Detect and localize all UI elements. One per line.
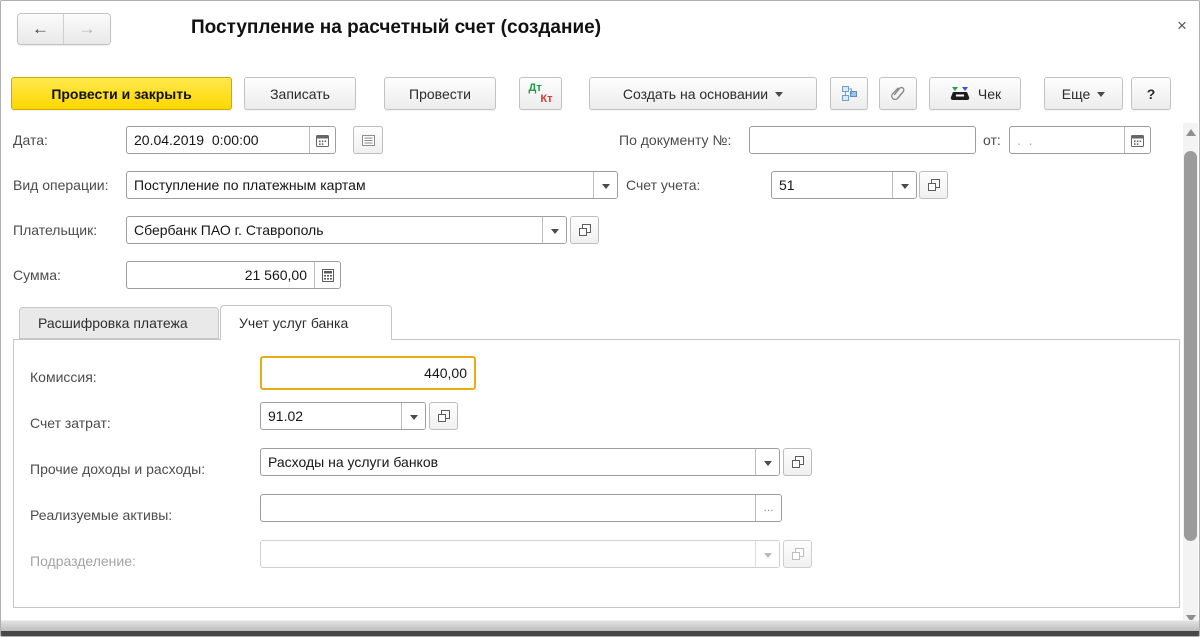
scrollbar-thumb[interactable] bbox=[1184, 151, 1197, 541]
operation-type-combo[interactable]: Поступление по платежным картам bbox=[126, 171, 618, 199]
commission-input[interactable]: 440,00 bbox=[260, 356, 476, 390]
doc-number-label: По документу №: bbox=[619, 132, 731, 148]
save-label: Записать bbox=[270, 86, 330, 102]
post-button[interactable]: Провести bbox=[384, 77, 496, 110]
sold-assets-label: Реализуемые активы: bbox=[30, 507, 172, 523]
hierarchy-icon bbox=[841, 85, 858, 102]
department-value bbox=[261, 541, 755, 567]
document-window: ← → Поступление на расчетный счет (созда… bbox=[0, 0, 1200, 637]
date-label: Дата: bbox=[13, 132, 48, 148]
payer-open-button[interactable] bbox=[570, 216, 599, 244]
dropdown-icon[interactable] bbox=[755, 449, 779, 475]
amount-label: Сумма: bbox=[13, 267, 61, 283]
tab-label: Расшифровка платежа bbox=[38, 315, 188, 331]
dropdown-icon bbox=[755, 541, 779, 567]
history-nav: ← → bbox=[17, 13, 111, 45]
other-income-expense-value: Расходы на услуги банков bbox=[261, 449, 755, 475]
help-button[interactable]: ? bbox=[1131, 77, 1171, 110]
other-income-expense-label: Прочие доходы и расходы: bbox=[30, 461, 205, 477]
payer-combo[interactable]: Сбербанк ПАО г. Ставрополь bbox=[126, 216, 567, 244]
help-label: ? bbox=[1147, 86, 1156, 102]
chevron-down-icon bbox=[775, 92, 783, 97]
calculator-icon[interactable] bbox=[314, 262, 340, 288]
close-icon[interactable]: × bbox=[1169, 13, 1195, 39]
date-input[interactable]: 20.04.2019 0:00:00 bbox=[126, 126, 336, 154]
open-form-icon bbox=[437, 409, 451, 423]
expense-account-value: 91.02 bbox=[261, 403, 401, 429]
tab-label: Учет услуг банка bbox=[239, 315, 348, 331]
sold-assets-input[interactable]: ... bbox=[260, 494, 782, 522]
status-bar bbox=[1, 620, 1200, 631]
dropdown-icon[interactable] bbox=[542, 217, 566, 243]
tab-bank-services[interactable]: Учет услуг банка bbox=[220, 305, 392, 340]
chevron-down-icon bbox=[1097, 92, 1105, 97]
commission-label: Комиссия: bbox=[30, 369, 97, 385]
post-label: Провести bbox=[409, 86, 471, 102]
commission-value: 440,00 bbox=[262, 358, 474, 388]
calendar-icon[interactable] bbox=[1124, 127, 1150, 153]
other-income-expense-combo[interactable]: Расходы на услуги банков bbox=[260, 448, 780, 476]
dtkt-icon: Дт Кт bbox=[529, 83, 553, 105]
amount-input[interactable]: 21 560,00 bbox=[126, 261, 341, 289]
forward-button[interactable]: → bbox=[64, 14, 110, 44]
list-icon bbox=[361, 133, 376, 148]
post-and-close-button[interactable]: Провести и закрыть bbox=[11, 77, 232, 110]
post-and-close-label: Провести и закрыть bbox=[51, 86, 191, 102]
more-button[interactable]: Еще bbox=[1044, 77, 1123, 110]
department-label: Подразделение: bbox=[30, 553, 136, 569]
bank-services-panel: Комиссия: 440,00 Счет затрат: 91.02 Проч… bbox=[13, 339, 1180, 608]
structure-button[interactable] bbox=[830, 77, 868, 110]
doc-number-input[interactable] bbox=[749, 126, 976, 154]
open-form-icon bbox=[791, 547, 805, 561]
more-label: Еще bbox=[1062, 86, 1091, 102]
save-button[interactable]: Записать bbox=[244, 77, 356, 110]
account-value: 51 bbox=[772, 172, 892, 198]
paperclip-icon bbox=[890, 85, 907, 102]
date-value: 20.04.2019 0:00:00 bbox=[127, 127, 309, 153]
scroll-up-icon[interactable] bbox=[1186, 129, 1196, 136]
doc-date-label: от: bbox=[983, 132, 1001, 148]
create-based-on-label: Создать на основании bbox=[623, 86, 768, 102]
payer-value: Сбербанк ПАО г. Ставрополь bbox=[127, 217, 542, 243]
account-label: Счет учета: bbox=[626, 177, 700, 193]
cash-register-icon bbox=[949, 85, 971, 103]
department-combo bbox=[260, 540, 780, 568]
dropdown-icon[interactable] bbox=[401, 403, 425, 429]
back-button[interactable]: ← bbox=[18, 14, 64, 44]
doc-number-value bbox=[750, 127, 975, 153]
check-button[interactable]: Чек bbox=[929, 77, 1021, 110]
open-form-icon bbox=[927, 178, 941, 192]
amount-value: 21 560,00 bbox=[127, 262, 314, 288]
operation-type-value: Поступление по платежным картам bbox=[127, 172, 593, 198]
show-postings-button[interactable]: Дт Кт bbox=[519, 77, 562, 110]
dropdown-icon[interactable] bbox=[892, 172, 916, 198]
ellipsis-icon[interactable]: ... bbox=[755, 495, 781, 521]
open-form-icon bbox=[791, 455, 805, 469]
account-combo[interactable]: 51 bbox=[771, 171, 917, 199]
sold-assets-value bbox=[261, 495, 755, 521]
attachments-button[interactable] bbox=[879, 77, 917, 110]
calendar-icon[interactable] bbox=[309, 127, 335, 153]
taskbar-edge bbox=[1, 631, 1200, 637]
expense-account-combo[interactable]: 91.02 bbox=[260, 402, 426, 430]
create-based-on-button[interactable]: Создать на основании bbox=[589, 77, 817, 110]
tab-payment-breakdown[interactable]: Расшифровка платежа bbox=[19, 307, 219, 339]
open-form-icon bbox=[578, 223, 592, 237]
dropdown-icon[interactable] bbox=[593, 172, 617, 198]
doc-date-placeholder: . . bbox=[1010, 127, 1124, 153]
operation-type-label: Вид операции: bbox=[13, 177, 109, 193]
expense-account-label: Счет затрат: bbox=[30, 415, 111, 431]
doc-date-input[interactable]: . . bbox=[1009, 126, 1151, 154]
payer-label: Плательщик: bbox=[13, 222, 97, 238]
department-open-button bbox=[783, 540, 812, 568]
check-label: Чек bbox=[978, 86, 1001, 102]
open-journal-button[interactable] bbox=[353, 126, 383, 154]
account-open-button[interactable] bbox=[919, 171, 948, 199]
other-income-expense-open-button[interactable] bbox=[783, 448, 812, 476]
expense-account-open-button[interactable] bbox=[429, 402, 458, 430]
page-title: Поступление на расчетный счет (создание) bbox=[191, 17, 601, 39]
